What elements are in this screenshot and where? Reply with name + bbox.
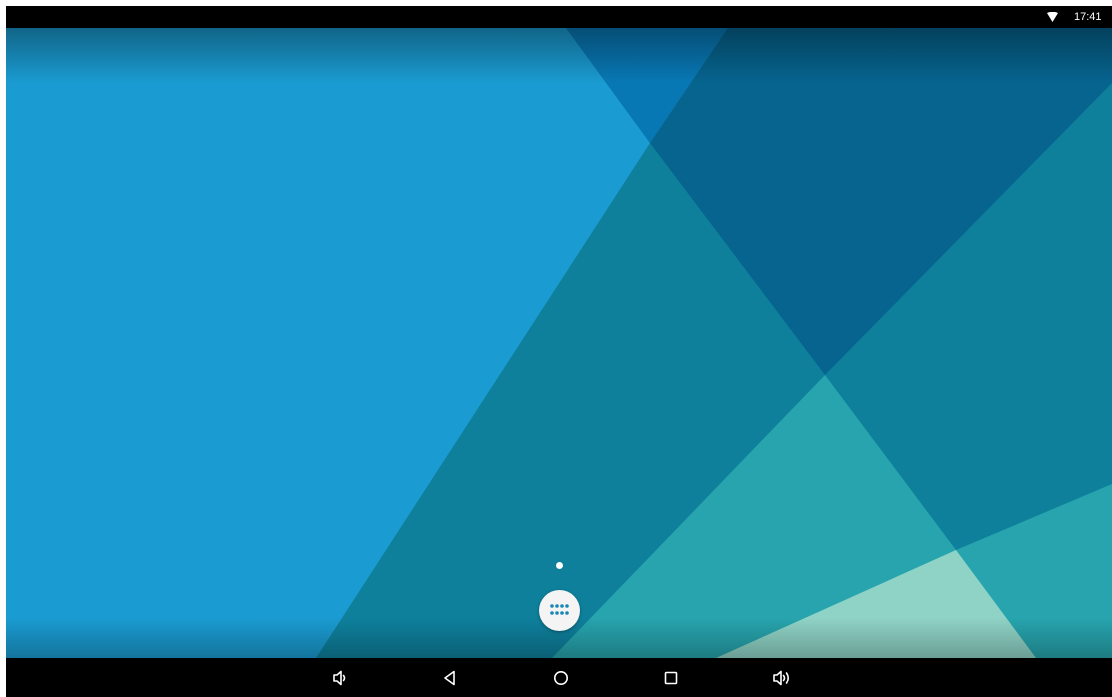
volume-down-button[interactable] xyxy=(329,667,351,689)
status-bar: 17:41 xyxy=(6,6,1112,28)
recents-square-icon xyxy=(664,671,678,685)
recents-button[interactable] xyxy=(660,667,682,689)
home-circle-icon xyxy=(554,671,568,685)
volume-up-button[interactable] xyxy=(771,667,793,689)
home-button[interactable] xyxy=(550,667,572,689)
wifi-icon xyxy=(1047,12,1058,22)
app-grid-icon xyxy=(550,604,569,615)
navigation-bar xyxy=(6,658,1112,697)
page-indicator-dot xyxy=(556,562,563,569)
volume-up-icon xyxy=(773,670,790,686)
all-apps-button[interactable] xyxy=(539,590,580,631)
back-triangle-icon xyxy=(444,670,455,686)
android-home-screen: 17:41 xyxy=(6,6,1112,697)
status-clock: 17:41 xyxy=(1074,11,1102,23)
back-button[interactable] xyxy=(439,667,461,689)
volume-down-icon xyxy=(333,670,346,686)
